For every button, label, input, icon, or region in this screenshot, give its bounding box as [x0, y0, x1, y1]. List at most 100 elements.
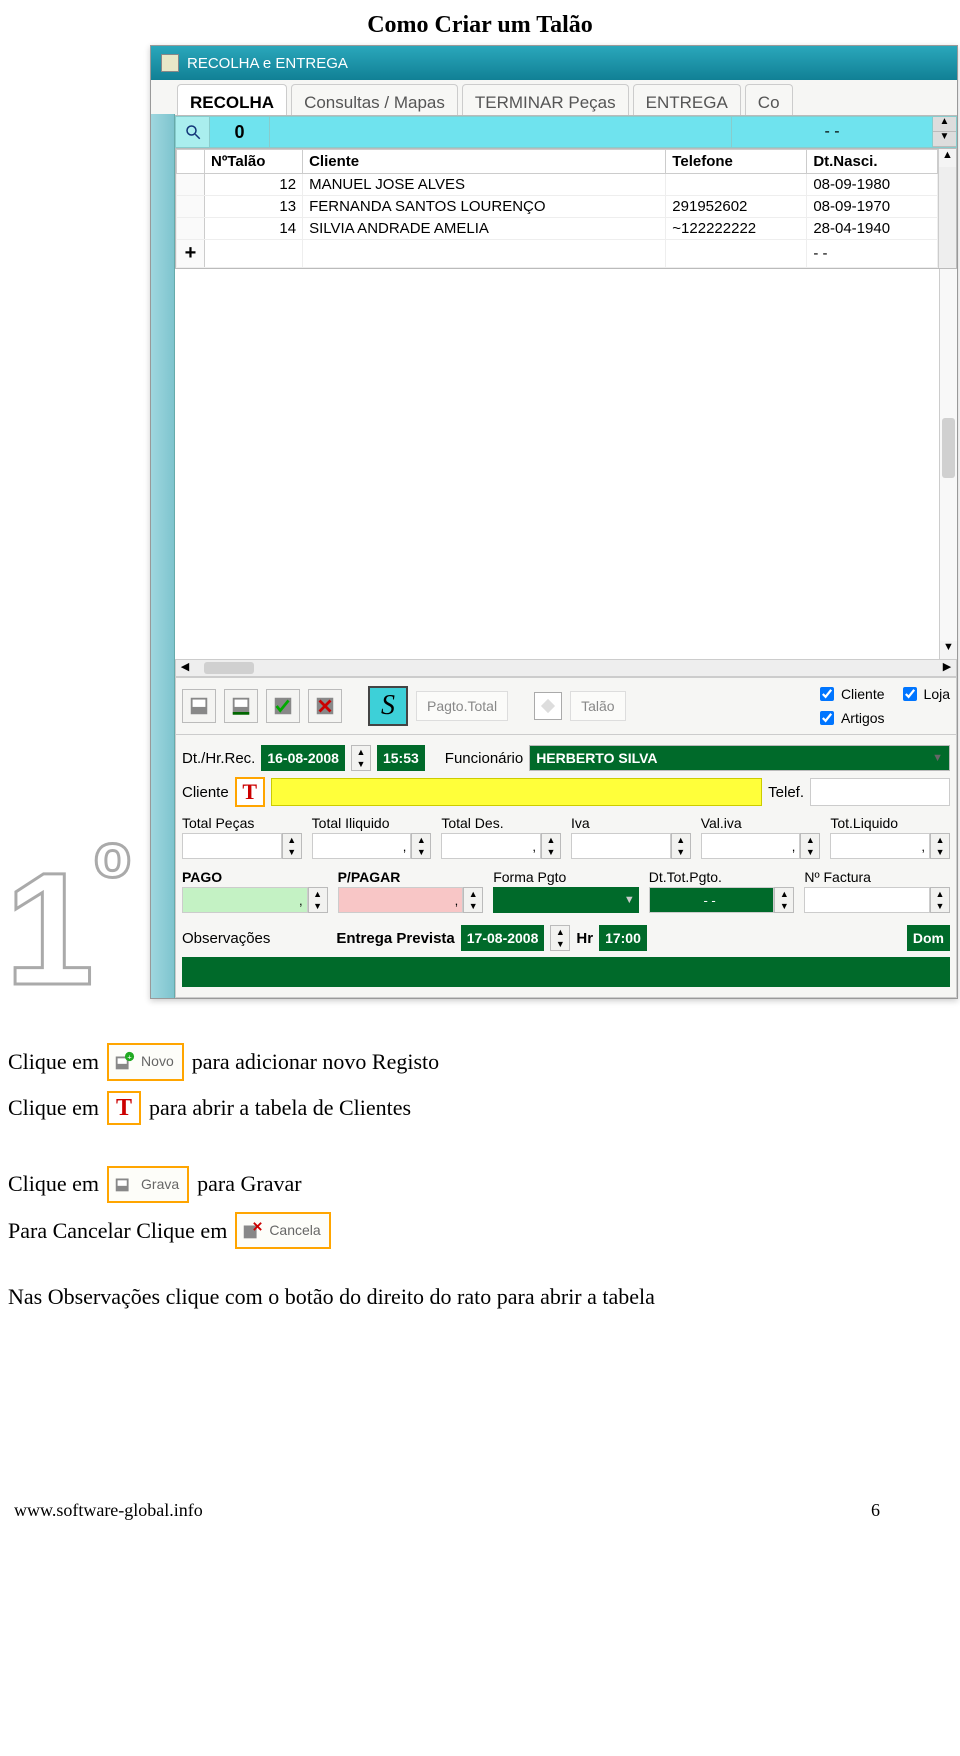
tabs: RECOLHA Consultas / Mapas TERMINAR Peças…: [175, 80, 957, 116]
add-row-icon[interactable]: +: [177, 240, 205, 268]
iva-input[interactable]: [571, 833, 671, 859]
toolbar-s-button[interactable]: S: [368, 686, 408, 726]
table-row[interactable]: 13 FERNANDA SANTOS LOURENÇO 291952602 08…: [177, 196, 938, 218]
chevron-down-icon: ▼: [932, 752, 943, 764]
pago-input[interactable]: ,: [182, 887, 308, 913]
tab-consultas[interactable]: Consultas / Mapas: [291, 84, 458, 115]
page-title: Como Criar um Talão: [0, 12, 960, 39]
search-spinner[interactable]: ▲▼: [932, 117, 956, 147]
tab-terminar[interactable]: TERMINAR Peças: [462, 84, 629, 115]
dom-label: Dom: [907, 925, 950, 951]
total-iliquido-input[interactable]: ,: [312, 833, 412, 859]
lbl-total-des: Total Des.: [441, 815, 561, 831]
horizontal-scrollbar[interactable]: ◀ ▶: [175, 659, 957, 677]
step-number: 1º: [5, 849, 131, 1009]
svg-text:+: +: [127, 1052, 131, 1061]
lbl-pago: PAGO: [182, 869, 328, 885]
cancela-icon: [241, 1220, 263, 1242]
window-title: RECOLHA e ENTREGA: [187, 55, 348, 72]
tab-extra[interactable]: Co: [745, 84, 793, 115]
lbl-total-pecas: Total Peças: [182, 815, 302, 831]
search-count: 0: [210, 117, 270, 147]
ppagar-input[interactable]: ,: [338, 887, 464, 913]
entrega-date-field[interactable]: 17-08-2008: [461, 925, 545, 951]
tot-liquido-input[interactable]: ,: [830, 833, 930, 859]
check-cliente[interactable]: Cliente: [816, 684, 885, 704]
vertical-scrollbar[interactable]: ▲: [938, 149, 956, 268]
table-row[interactable]: 14 SILVIA ANDRADE AMELIA ~122222222 28-0…: [177, 218, 938, 240]
search-icon[interactable]: [176, 117, 210, 147]
lbl-iva: Iva: [571, 815, 691, 831]
date-rec-field[interactable]: 16-08-2008: [261, 745, 345, 771]
lbl-tot-liquido: Tot.Liquido: [830, 815, 950, 831]
col-dt[interactable]: Dt.Nasci.: [807, 150, 938, 174]
pagto-total-button[interactable]: Pagto.Total: [416, 691, 508, 721]
dt-tot-pgto-input[interactable]: - -: [649, 887, 775, 913]
tab-entrega[interactable]: ENTREGA: [633, 84, 741, 115]
footer-url: www.software-global.info: [14, 1500, 203, 1521]
form-area: Dt./Hr.Rec. 16-08-2008 ▲▼ 15:53 Funcioná…: [175, 735, 957, 998]
telef-input[interactable]: [810, 778, 950, 806]
observacoes-input[interactable]: [182, 957, 950, 987]
search-bar: 0 - - ▲▼: [175, 116, 957, 148]
app-window: RECOLHA e ENTREGA RECOLHA Consultas / Ma…: [150, 45, 958, 999]
cliente-label: Cliente: [182, 784, 229, 801]
check-artigos[interactable]: Artigos: [816, 708, 885, 728]
col-telefone[interactable]: Telefone: [666, 150, 807, 174]
no-factura-input[interactable]: [804, 887, 930, 913]
telef-label: Telef.: [768, 784, 804, 801]
toolbar-save-button[interactable]: [266, 689, 300, 723]
time-rec-field[interactable]: 15:53: [377, 745, 425, 771]
val-iva-input[interactable]: ,: [701, 833, 801, 859]
left-rail: [151, 114, 175, 998]
col-no[interactable]: NºTalão: [205, 150, 303, 174]
col-cliente[interactable]: Cliente: [303, 150, 666, 174]
lbl-ppagar: P/PAGAR: [338, 869, 484, 885]
instructions: Clique em + Novo para adicionar novo Reg…: [8, 1039, 960, 1320]
total-des-input[interactable]: ,: [441, 833, 541, 859]
cliente-t-button[interactable]: T: [235, 777, 265, 807]
t-button-img: T: [107, 1091, 141, 1125]
total-pecas-spin[interactable]: ▲▼: [282, 833, 302, 859]
toolbar: S Pagto.Total Talão Cliente Loja Artigos: [175, 677, 957, 735]
lbl-forma-pgto: Forma Pgto: [493, 869, 639, 885]
hr-label: Hr: [576, 930, 593, 947]
entrega-date-spin[interactable]: ▲▼: [550, 925, 570, 951]
table-add-row[interactable]: + - -: [177, 240, 938, 268]
cancela-button-img: Cancela: [235, 1212, 330, 1249]
dt-hr-rec-label: Dt./Hr.Rec.: [182, 750, 255, 767]
vertical-scrollbar-2[interactable]: ▼: [939, 269, 957, 659]
search-input[interactable]: [270, 117, 732, 147]
lbl-dt-tot-pgto: Dt.Tot.Pgto.: [649, 869, 795, 885]
col-rownum: [177, 150, 205, 174]
search-dash: - -: [732, 117, 932, 147]
lbl-val-iva: Val.iva: [701, 815, 821, 831]
check-loja[interactable]: Loja: [899, 684, 950, 704]
cliente-input[interactable]: [271, 778, 762, 806]
date-rec-spinner[interactable]: ▲▼: [351, 745, 371, 771]
entrega-hr-field[interactable]: 17:00: [599, 925, 647, 951]
funcionario-label: Funcionário: [445, 750, 523, 767]
entrega-prevista-label: Entrega Prevista: [336, 930, 454, 947]
novo-button-img: + Novo: [107, 1043, 184, 1080]
forma-pgto-select[interactable]: ▼: [493, 887, 639, 913]
grava-button-img: Grava: [107, 1166, 189, 1203]
lbl-no-factura: Nº Factura: [804, 869, 950, 885]
funcionario-select[interactable]: HERBERTO SILVA ▼: [529, 745, 950, 771]
table-row[interactable]: 12 MANUEL JOSE ALVES 08-09-1980: [177, 174, 938, 196]
page-number: 6: [871, 1500, 880, 1521]
talao-button[interactable]: Talão: [570, 691, 625, 721]
lbl-total-iliquido: Total Iliquido: [312, 815, 432, 831]
clients-table: NºTalão Cliente Telefone Dt.Nasci. 12 MA…: [176, 149, 938, 268]
toolbar-btn-1[interactable]: [182, 689, 216, 723]
novo-icon: +: [113, 1051, 135, 1073]
titlebar: RECOLHA e ENTREGA: [151, 46, 957, 80]
total-pecas-input[interactable]: [182, 833, 282, 859]
observacoes-label: Observações: [182, 930, 270, 947]
grava-icon: [113, 1173, 135, 1195]
diamond-icon[interactable]: [534, 692, 562, 720]
tab-recolha[interactable]: RECOLHA: [177, 84, 287, 115]
toolbar-btn-2[interactable]: [224, 689, 258, 723]
toolbar-cancel-button[interactable]: [308, 689, 342, 723]
table-blank-area: [175, 269, 939, 659]
